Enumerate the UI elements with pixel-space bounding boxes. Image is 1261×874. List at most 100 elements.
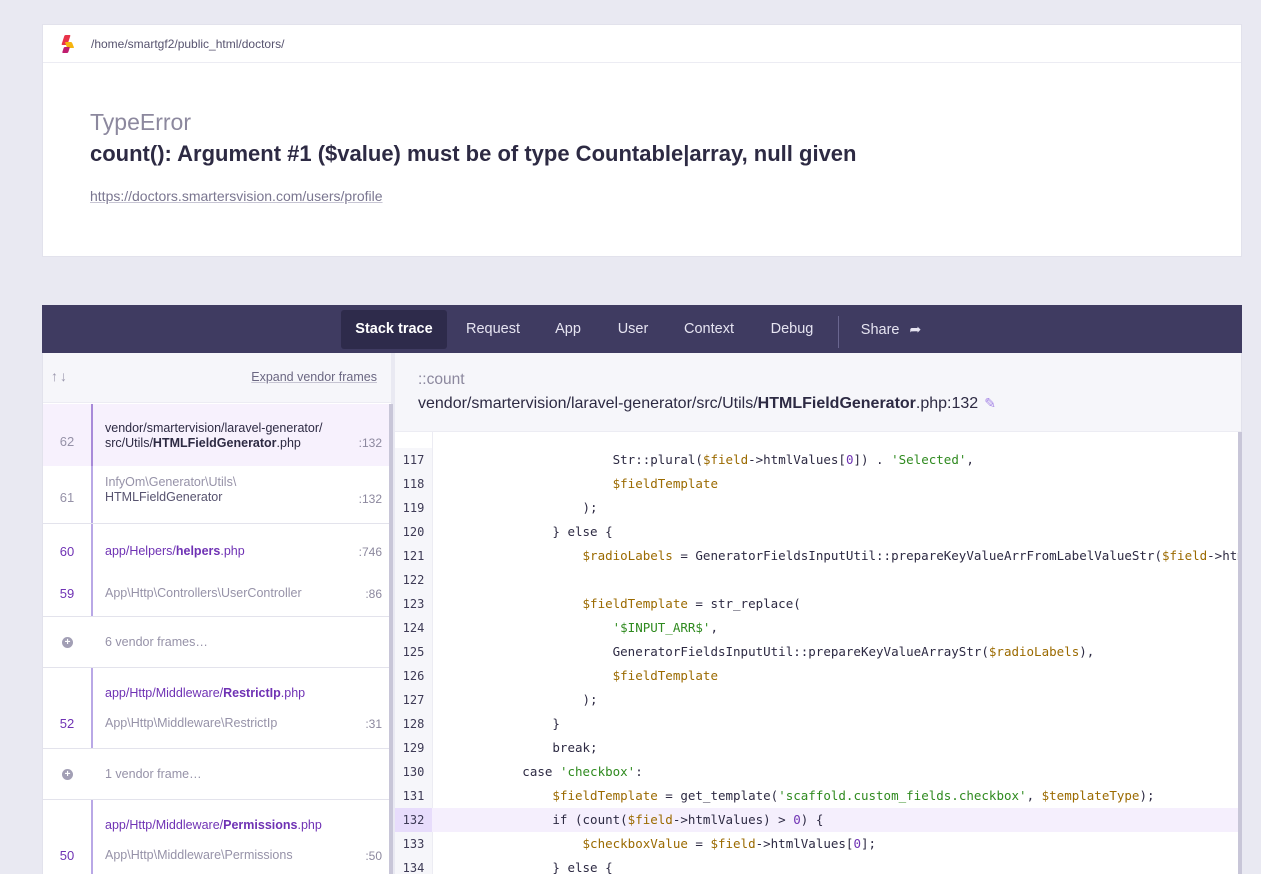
code-line: 127 ); bbox=[395, 688, 1241, 712]
project-path: /home/smartgf2/public_html/doctors/ bbox=[91, 36, 285, 51]
frame-line-number: :50 bbox=[365, 849, 382, 863]
code-line: 123 $fieldTemplate = str_replace( bbox=[395, 592, 1241, 616]
tab-bar: Stack trace Request App User Context Deb… bbox=[42, 305, 1242, 353]
line-number[interactable]: 131 bbox=[395, 784, 432, 808]
tab-request[interactable]: Request bbox=[455, 310, 531, 349]
tab-divider bbox=[838, 316, 839, 348]
code-line-highlighted: 132 if (count($field->htmlValues) > 0) { bbox=[395, 808, 1241, 832]
code-text: case 'checkbox': bbox=[432, 764, 643, 779]
line-number[interactable]: 125 bbox=[395, 640, 432, 664]
line-number[interactable]: 118 bbox=[395, 472, 432, 496]
frame-line-number: :132 bbox=[358, 492, 382, 506]
tab-app[interactable]: App bbox=[542, 310, 594, 349]
line-number[interactable]: 122 bbox=[395, 568, 432, 592]
line-number[interactable]: 124 bbox=[395, 616, 432, 640]
tab-context[interactable]: Context bbox=[672, 310, 746, 349]
frame-line-number: :132 bbox=[358, 436, 382, 450]
code-lines: 117 Str::plural($field->htmlValues[0]) .… bbox=[395, 448, 1241, 874]
stack-frames-panel: ↑↓ Expand vendor frames 62 vendor/smarte… bbox=[42, 353, 391, 874]
code-line: 126 $fieldTemplate bbox=[395, 664, 1241, 688]
edit-pencil-icon[interactable]: ✎ bbox=[984, 395, 996, 412]
ignition-logo-icon bbox=[61, 34, 75, 54]
stack-frame-61[interactable]: 61 InfyOm\Generator\Utils\ HTMLFieldGene… bbox=[43, 466, 391, 523]
code-text: $fieldTemplate bbox=[612, 668, 718, 683]
request-url-link[interactable]: https://doctors.smartersvision.com/users… bbox=[90, 188, 383, 204]
line-number[interactable]: 129 bbox=[395, 736, 432, 760]
frame-class: App\Http\Middleware\RestrictIp bbox=[105, 716, 278, 730]
stack-frame-62[interactable]: 62 vendor/smartervision/laravel-generato… bbox=[43, 404, 391, 466]
share-arrow-icon: ➦ bbox=[909, 321, 922, 337]
line-number[interactable]: 133 bbox=[395, 832, 432, 856]
code-line: 125 GeneratorFieldsInputUtil::prepareKey… bbox=[395, 640, 1241, 664]
tab-stack-trace[interactable]: Stack trace bbox=[341, 310, 447, 349]
collapsed-vendor-frame[interactable]: + 1 vendor frame… bbox=[43, 749, 391, 799]
expand-plus-icon: + bbox=[62, 769, 73, 780]
stack-frame-52[interactable]: app/Http/Middleware/RestrictIp.php 52 Ap… bbox=[43, 668, 391, 748]
code-line: 128 } bbox=[395, 712, 1241, 736]
sort-arrows-icon[interactable]: ↑↓ bbox=[51, 368, 69, 384]
code-text: '$INPUT_ARR$', bbox=[612, 620, 718, 635]
frame-line-number: :746 bbox=[358, 545, 382, 559]
exception-class: TypeError bbox=[90, 109, 191, 135]
code-line: 124 '$INPUT_ARR$', bbox=[395, 616, 1241, 640]
line-number[interactable]: 121 bbox=[395, 544, 432, 568]
code-text: $fieldTemplate = get_template('scaffold.… bbox=[552, 788, 1155, 803]
line-number[interactable]: 128 bbox=[395, 712, 432, 736]
line-number[interactable]: 123 bbox=[395, 592, 432, 616]
exception-message: count(): Argument #1 ($value) must be of… bbox=[90, 141, 857, 166]
stack-frame-60[interactable]: 60 app/Helpers/helpers.php :746 59 App\H… bbox=[43, 524, 391, 616]
frame-number: 59 bbox=[59, 586, 75, 601]
collapsed-frames-label: 6 vendor frames… bbox=[105, 635, 208, 649]
code-text: } else { bbox=[432, 860, 613, 874]
line-number[interactable]: 126 bbox=[395, 664, 432, 688]
path-bar: /home/smartgf2/public_html/doctors/ bbox=[43, 25, 1241, 63]
share-label: Share bbox=[860, 322, 900, 338]
code-text: ); bbox=[432, 692, 598, 707]
line-number[interactable]: 132 bbox=[395, 808, 432, 832]
frame-class: InfyOm\Generator\Utils\ HTMLFieldGenerat… bbox=[105, 475, 237, 504]
frame-file: vendor/smartervision/laravel-generator/s… bbox=[418, 395, 996, 412]
tab-user[interactable]: User bbox=[605, 310, 661, 349]
frame-file-path: app/Http/Middleware/Permissions.php bbox=[105, 818, 322, 832]
code-line: 130 case 'checkbox': bbox=[395, 760, 1241, 784]
tab-debug[interactable]: Debug bbox=[757, 310, 827, 349]
line-number[interactable]: 134 bbox=[395, 856, 432, 874]
tab-share[interactable]: Share ➦ bbox=[850, 310, 932, 349]
frame-number: 52 bbox=[59, 716, 75, 731]
frame-class: App\Http\Controllers\UserController bbox=[105, 586, 302, 600]
line-number[interactable]: 117 bbox=[395, 448, 432, 472]
line-number[interactable]: 130 bbox=[395, 760, 432, 784]
line-number[interactable]: 120 bbox=[395, 520, 432, 544]
frame-line-number: :86 bbox=[365, 587, 382, 601]
code-line: 118 $fieldTemplate bbox=[395, 472, 1241, 496]
frame-number: 60 bbox=[59, 544, 75, 559]
code-text: break; bbox=[432, 740, 598, 755]
frame-method: ::count bbox=[418, 371, 465, 388]
frames-header: ↑↓ Expand vendor frames bbox=[43, 353, 391, 403]
expand-vendor-frames-link[interactable]: Expand vendor frames bbox=[251, 370, 377, 384]
code-text: $radioLabels = GeneratorFieldsInputUtil:… bbox=[582, 548, 1241, 563]
code-text: } else { bbox=[432, 524, 613, 539]
code-line: 117 Str::plural($field->htmlValues[0]) .… bbox=[395, 448, 1241, 472]
code-header: ::count vendor/smartervision/laravel-gen… bbox=[395, 353, 1241, 432]
code-line: 120 } else { bbox=[395, 520, 1241, 544]
code-scrollbar[interactable] bbox=[1238, 432, 1242, 874]
code-text: $checkboxValue = $field->htmlValues[0]; bbox=[582, 836, 877, 851]
expand-plus-icon: + bbox=[62, 637, 73, 648]
frames-scrollbar[interactable] bbox=[389, 404, 393, 874]
code-text: ); bbox=[432, 500, 598, 515]
code-text: Str::plural($field->htmlValues[0]) . 'Se… bbox=[432, 452, 974, 467]
code-line: 131 $fieldTemplate = get_template('scaff… bbox=[395, 784, 1241, 808]
error-header-card: /home/smartgf2/public_html/doctors/ Type… bbox=[42, 24, 1242, 257]
code-line: 129 break; bbox=[395, 736, 1241, 760]
code-snippet-panel: ::count vendor/smartervision/laravel-gen… bbox=[395, 353, 1242, 874]
code-text: $fieldTemplate = str_replace( bbox=[582, 596, 801, 611]
code-text: $fieldTemplate bbox=[612, 476, 718, 491]
code-line: 134 } else { bbox=[395, 856, 1241, 874]
line-number[interactable]: 119 bbox=[395, 496, 432, 520]
frame-file-path: app/Http/Middleware/RestrictIp.php bbox=[105, 686, 306, 700]
frame-number: 50 bbox=[59, 848, 75, 863]
stack-frame-50[interactable]: app/Http/Middleware/Permissions.php 50 A… bbox=[43, 800, 391, 874]
line-number[interactable]: 127 bbox=[395, 688, 432, 712]
collapsed-vendor-frames[interactable]: + 6 vendor frames… bbox=[43, 617, 391, 667]
